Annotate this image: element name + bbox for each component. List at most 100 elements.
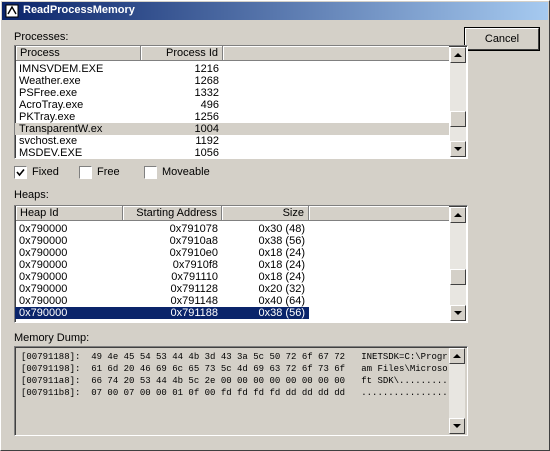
starting-address: 0x791128 bbox=[170, 283, 218, 295]
scroll-thumb[interactable] bbox=[450, 111, 466, 127]
process-list[interactable]: Process Process Id IMNSVDEM.EXE 1216 Weath… bbox=[14, 45, 468, 159]
cancel-button-label: Cancel bbox=[484, 33, 520, 45]
process-id: 1056 bbox=[194, 147, 219, 159]
heap-size: 0x40 (64) bbox=[258, 295, 305, 307]
heap-row[interactable]: 0x790000 0x791188 0x38 (56) bbox=[15, 307, 309, 319]
process-name: TransparentW.ex bbox=[19, 123, 103, 135]
window-title: ReadProcessMemory bbox=[23, 4, 135, 16]
memory-dump-line: [00791188]: 49 4e 45 54 53 44 4b 3d 43 3… bbox=[21, 352, 448, 362]
heap-id: 0x790000 bbox=[19, 307, 68, 319]
header-filler bbox=[223, 46, 449, 61]
processes-label: Processes: bbox=[14, 31, 69, 43]
heap-row[interactable]: 0x790000 0x7910f8 0x18 (24) bbox=[15, 259, 449, 271]
up-arrow-icon bbox=[453, 354, 461, 358]
process-name: svchost.exe bbox=[19, 135, 78, 147]
down-arrow-icon bbox=[454, 311, 462, 315]
heap-id: 0x790000 bbox=[19, 235, 68, 247]
checkbox-label: Fixed bbox=[32, 166, 59, 178]
process-id-column-header[interactable]: Process Id bbox=[141, 46, 223, 61]
process-row[interactable]: Weather.exe 1268 bbox=[15, 75, 449, 87]
heap-size: 0x38 (56) bbox=[258, 235, 305, 247]
process-name: PSFree.exe bbox=[19, 87, 78, 99]
process-name: PKTray.exe bbox=[19, 111, 76, 123]
heap-row[interactable]: 0x790000 0x7910a8 0x38 (56) bbox=[15, 235, 449, 247]
process-row[interactable]: AcroTray.exe 496 bbox=[15, 99, 449, 111]
checkmark-icon bbox=[16, 168, 25, 177]
heap-row[interactable]: 0x790000 0x791128 0x20 (32) bbox=[15, 283, 449, 295]
heap-id: 0x790000 bbox=[19, 283, 68, 295]
heap-id: 0x790000 bbox=[19, 259, 68, 271]
memory-dump-box[interactable]: [00791188]: 49 4e 45 54 53 44 4b 3d 43 3… bbox=[14, 346, 468, 436]
down-arrow-icon bbox=[453, 424, 461, 428]
cancel-button[interactable]: Cancel bbox=[465, 28, 539, 50]
memory-dump-line: [007911b8]: 07 00 07 00 00 01 0f 00 fd f… bbox=[21, 388, 448, 398]
process-row[interactable]: TransparentW.ex 1004 bbox=[15, 123, 449, 135]
starting-address: 0x791188 bbox=[170, 307, 218, 319]
process-list-scrollbar[interactable] bbox=[450, 47, 466, 157]
app-icon bbox=[5, 4, 19, 18]
heap-row[interactable]: 0x790000 0x791078 0x30 (48) bbox=[15, 223, 449, 235]
heap-id: 0x790000 bbox=[19, 271, 68, 283]
starting-address: 0x791148 bbox=[170, 295, 218, 307]
process-id: 1268 bbox=[194, 75, 219, 87]
process-name: Weather.exe bbox=[19, 75, 81, 87]
process-name: IMNSVDEM.EXE bbox=[19, 63, 104, 75]
starting-address: 0x791078 bbox=[169, 223, 218, 235]
scroll-thumb[interactable] bbox=[450, 269, 466, 285]
heap-list-scrollbar[interactable] bbox=[450, 207, 466, 321]
heap-size: 0x18 (24) bbox=[258, 259, 305, 271]
process-row[interactable]: PSFree.exe 1332 bbox=[15, 87, 449, 99]
starting-address-column-header[interactable]: Starting Address bbox=[123, 206, 222, 221]
heap-row[interactable]: 0x790000 0x791148 0x40 (64) bbox=[15, 295, 449, 307]
heap-size: 0x20 (32) bbox=[258, 283, 305, 295]
scroll-down-button[interactable] bbox=[449, 418, 465, 434]
heaps-label: Heaps: bbox=[14, 189, 49, 201]
memory-dump-scrollbar[interactable] bbox=[449, 348, 465, 434]
process-row[interactable]: PKTray.exe 1256 bbox=[15, 111, 449, 123]
process-id: 1004 bbox=[194, 123, 219, 135]
process-id: 1256 bbox=[194, 111, 219, 123]
process-id: 1332 bbox=[194, 87, 219, 99]
checkbox-label: Moveable bbox=[162, 166, 210, 178]
memory-dump-label: Memory Dump: bbox=[14, 332, 90, 344]
starting-address: 0x7910f8 bbox=[172, 259, 218, 271]
heap-id: 0x790000 bbox=[19, 247, 68, 259]
heap-id: 0x790000 bbox=[19, 295, 68, 307]
starting-address: 0x7910e0 bbox=[169, 247, 218, 259]
size-column-header[interactable]: Size bbox=[222, 206, 309, 221]
heap-size: 0x38 (56) bbox=[258, 307, 305, 319]
scroll-down-button[interactable] bbox=[450, 141, 466, 157]
memory-dump-line: [007911a8]: 66 74 20 53 44 4b 5c 2e 00 0… bbox=[21, 376, 448, 386]
process-name: MSDEV.EXE bbox=[19, 147, 83, 159]
heap-list[interactable]: Heap Id Starting Address Size 0x790000 0x… bbox=[14, 205, 468, 323]
heap-size: 0x18 (24) bbox=[258, 271, 305, 283]
process-id: 1192 bbox=[195, 135, 219, 147]
process-row[interactable]: MSDEV.EXE 1056 bbox=[15, 147, 449, 159]
title-bar: ReadProcessMemory bbox=[2, 2, 548, 20]
checkbox-box[interactable] bbox=[79, 166, 92, 179]
process-id: 1216 bbox=[194, 63, 219, 75]
up-arrow-icon bbox=[454, 53, 462, 57]
memory-dump-line: [00791198]: 61 6d 20 46 69 6c 65 73 5c 4… bbox=[21, 364, 448, 374]
process-column-header[interactable]: Process bbox=[16, 46, 141, 61]
checkbox-box[interactable] bbox=[144, 166, 157, 179]
heap-size: 0x30 (48) bbox=[258, 223, 305, 235]
process-row[interactable]: svchost.exe 1192 bbox=[15, 135, 449, 147]
starting-address: 0x7910a8 bbox=[169, 235, 218, 247]
process-row[interactable]: IMNSVDEM.EXE 1216 bbox=[15, 63, 449, 75]
heap-row[interactable]: 0x790000 0x7910e0 0x18 (24) bbox=[15, 247, 449, 259]
heap-row[interactable]: 0x790000 0x791110 0x18 (24) bbox=[15, 271, 449, 283]
checkbox-label: Free bbox=[97, 166, 120, 178]
process-id: 496 bbox=[200, 99, 219, 111]
heap-size: 0x18 (24) bbox=[258, 247, 305, 259]
heap-id-column-header[interactable]: Heap Id bbox=[16, 206, 123, 221]
scroll-up-button[interactable] bbox=[449, 348, 465, 364]
scroll-up-button[interactable] bbox=[450, 47, 466, 63]
scroll-up-button[interactable] bbox=[450, 207, 466, 223]
process-name: AcroTray.exe bbox=[19, 99, 84, 111]
header-filler bbox=[309, 206, 449, 221]
checkbox-box[interactable] bbox=[14, 166, 27, 179]
scroll-down-button[interactable] bbox=[450, 305, 466, 321]
down-arrow-icon bbox=[454, 147, 462, 151]
read-process-memory-window: ReadProcessMemory Cancel Processes: Proc… bbox=[0, 0, 550, 451]
